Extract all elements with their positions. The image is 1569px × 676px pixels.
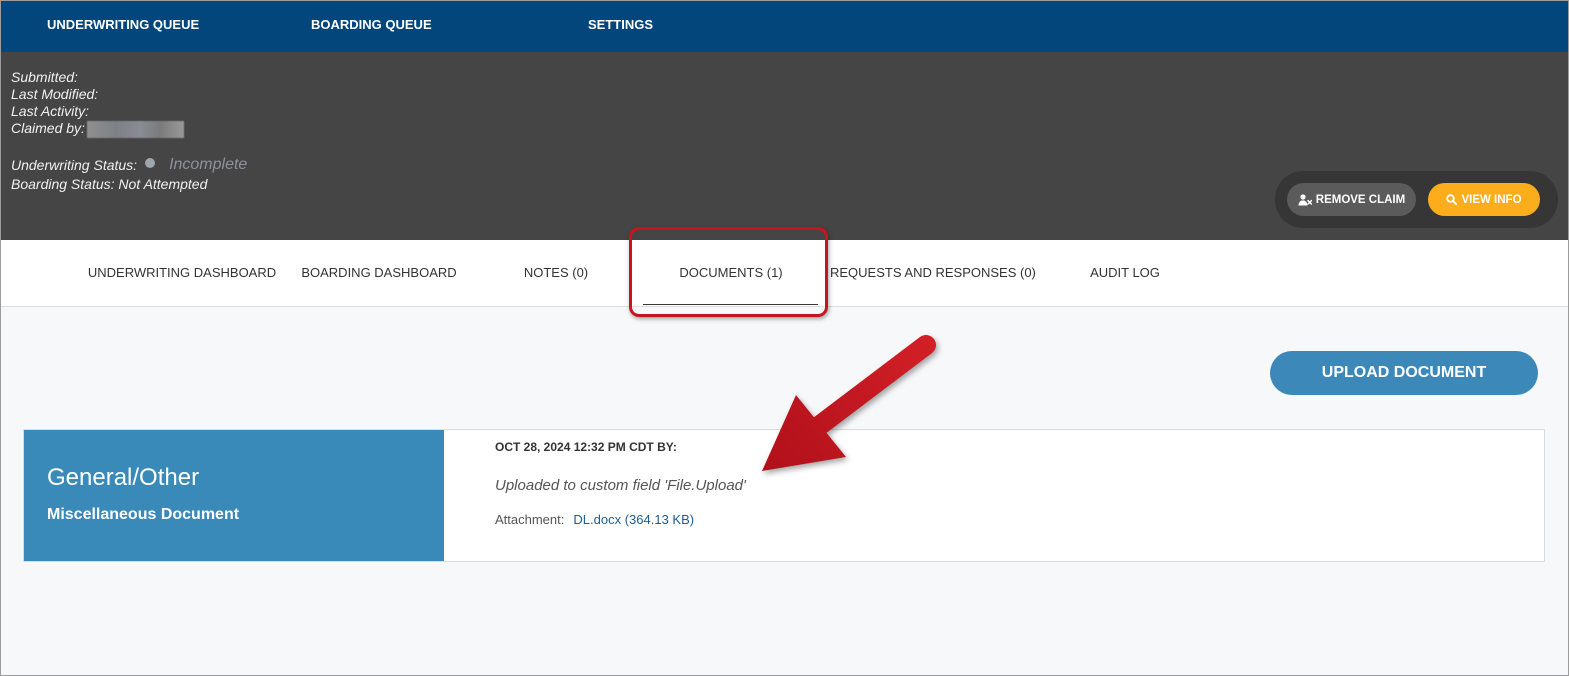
submitted-label: Submitted: <box>11 69 78 85</box>
view-info-label: VIEW INFO <box>1461 193 1522 206</box>
search-icon <box>1446 194 1458 205</box>
detail-tabs: UNDERWRITING DASHBOARD BOARDING DASHBOAR… <box>0 240 1569 307</box>
boarding-status-label: Boarding Status: <box>11 176 115 192</box>
attachment-link[interactable]: DL.docx (364.13 KB) <box>573 512 694 527</box>
document-description: Uploaded to custom field 'File.Upload' <box>495 477 746 494</box>
claimed-by-label: Claimed by: <box>11 120 85 136</box>
tab-documents[interactable]: DOCUMENTS (1) <box>633 240 829 306</box>
tab-notes[interactable]: NOTES (0) <box>458 240 654 306</box>
active-tab-indicator <box>643 304 818 305</box>
document-upload-timestamp: OCT 28, 2024 12:32 PM CDT BY: <box>495 440 677 454</box>
document-category-panel: General/Other Miscellaneous Document <box>24 430 444 561</box>
tab-underwriting-dashboard[interactable]: UNDERWRITING DASHBOARD <box>84 240 280 306</box>
remove-claim-label: REMOVE CLAIM <box>1315 193 1406 206</box>
application-summary-header: Submitted: Last Modified: Last Activity:… <box>0 52 1569 240</box>
document-attachment-row: Attachment: DL.docx (364.13 KB) <box>495 511 694 529</box>
user-x-icon <box>1298 193 1312 205</box>
top-navigation: UNDERWRITING QUEUE BOARDING QUEUE SETTIN… <box>0 0 1569 52</box>
application-meta: Submitted: Last Modified: Last Activity:… <box>11 69 98 137</box>
nav-settings[interactable]: SETTINGS <box>588 0 653 52</box>
attachment-label: Attachment: <box>495 512 565 527</box>
tab-requests-and-responses[interactable]: REQUESTS AND RESPONSES (0) <box>830 240 1036 306</box>
nav-underwriting-queue[interactable]: UNDERWRITING QUEUE <box>47 0 199 52</box>
claim-actions-group: REMOVE CLAIM VIEW INFO <box>1275 171 1558 228</box>
last-modified-label: Last Modified: <box>11 86 99 102</box>
tab-boarding-dashboard[interactable]: BOARDING DASHBOARD <box>281 240 477 306</box>
document-category: General/Other <box>47 464 200 491</box>
view-info-button[interactable]: VIEW INFO <box>1428 183 1540 216</box>
redacted-claimant-name <box>87 121 184 138</box>
attachment-file-name: DL.docx <box>573 512 622 527</box>
remove-claim-button[interactable]: REMOVE CLAIM <box>1287 183 1416 216</box>
underwriting-status: Underwriting Status: Incomplete <box>11 155 247 175</box>
boarding-status: Boarding Status: Not Attempted <box>11 175 207 193</box>
tab-audit-log[interactable]: AUDIT LOG <box>1027 240 1223 306</box>
nav-boarding-queue[interactable]: BOARDING QUEUE <box>311 0 432 52</box>
underwriting-status-label: Underwriting Status: <box>11 157 138 173</box>
last-activity-label: Last Activity: <box>11 103 90 119</box>
document-card: General/Other Miscellaneous Document OCT… <box>24 430 1544 561</box>
document-type: Miscellaneous Document <box>47 506 240 523</box>
attachment-file-size: (364.13 KB) <box>624 512 695 527</box>
annotation-arrow-shaft <box>805 335 936 439</box>
upload-document-button[interactable]: UPLOAD DOCUMENT <box>1270 351 1538 395</box>
boarding-status-value: Not Attempted <box>118 176 208 192</box>
underwriting-status-value: Incomplete <box>169 156 248 173</box>
status-dot-icon <box>145 158 156 168</box>
